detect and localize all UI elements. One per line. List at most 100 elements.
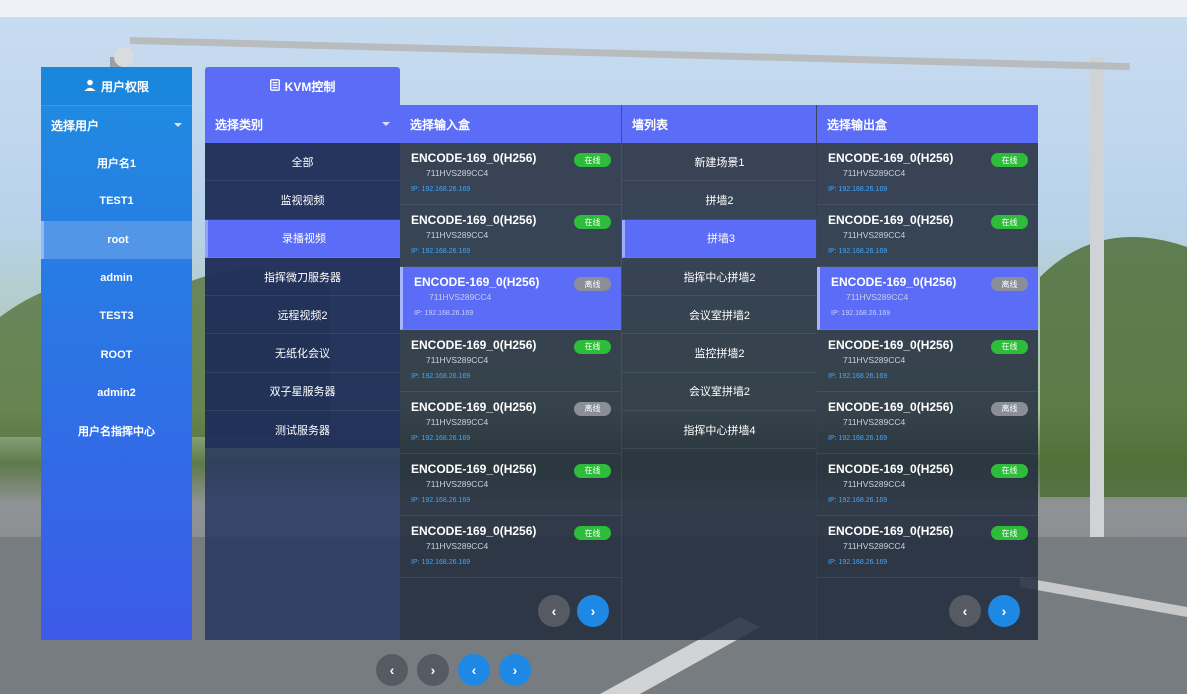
device-item[interactable]: ENCODE-169_0(H256) 711HVS289CC4 IP: 192.16… [817, 392, 1038, 454]
device-item[interactable]: ENCODE-169_0(H256) 711HVS289CC4 IP: 192.16… [817, 454, 1038, 517]
device-ip: IP: 192.168.26.169 [411, 186, 471, 193]
input-prev-button[interactable]: ‹ [538, 595, 570, 627]
wall-item[interactable]: 会议室拼墙2 [622, 296, 817, 335]
wall-item[interactable]: 拼墙3 [622, 219, 817, 258]
wall-item[interactable]: 监控拼墙2 [622, 334, 817, 373]
wall-list-column: 墙列表 新建场景1 拼墙2 拼墙3 指挥中心拼墙2 会议室拼墙2 监控拼墙2 会议室拼墙2 指… [621, 105, 817, 640]
status-badge: 在线 [574, 153, 611, 167]
category-item[interactable]: 全部 [205, 143, 400, 182]
user-list-item[interactable]: TEST3 [41, 297, 192, 335]
user-list-item[interactable]: ROOT [41, 335, 192, 373]
user-permission-title: 用户权限 [100, 79, 149, 94]
device-item[interactable]: ENCODE-169_0(H256) 711HVS289CC4 IP: 192.16… [400, 516, 621, 579]
category-item[interactable]: 监视视频 [205, 181, 400, 220]
device-code: 711HVS289CC4 [429, 292, 492, 303]
device-item[interactable]: ENCODE-169_0(H256) 711HVS289CC4 IP: 192.16… [400, 267, 621, 330]
category-panel: 选择类别 全部 监视视频 录播视频 指挥微刀服务器 远程视频2 无纸化会议 双子星服务器 测试… [205, 105, 400, 640]
input-next-button[interactable]: › [577, 595, 609, 627]
status-badge: 在线 [574, 215, 611, 230]
device-item[interactable]: ENCODE-169_0(H256) 711HVS289CC4 IP: 192.16… [817, 143, 1038, 206]
device-name: ENCODE-169_0(H256) [411, 213, 537, 228]
status-badge: 在线 [991, 215, 1028, 230]
device-code: 711HVS289CC4 [426, 168, 489, 178]
tab-kvm-control[interactable]: KVM控制 [205, 67, 400, 105]
wall-list-header: 墙列表 [622, 105, 817, 143]
category-item[interactable]: 测试服务器 [205, 411, 400, 450]
user-list-item[interactable]: 用户名指挥中心 [41, 412, 192, 450]
category-item[interactable]: 指挥微刀服务器 [205, 257, 400, 297]
user-list-item[interactable]: admin [41, 259, 192, 297]
select-user-dropdown[interactable]: 选择用户 [41, 105, 192, 144]
device-item[interactable]: ENCODE-169_0(H256) 711HVS289CC4 IP: 192.16… [400, 392, 621, 454]
device-name: ENCODE-169_0(H256) [411, 337, 537, 352]
kvm-icon [269, 78, 280, 94]
device-ip: IP: 192.168.26.169 [411, 496, 471, 504]
device-code: 711HVS289CC4 [426, 230, 489, 241]
user-list-item[interactable]: 用户名1 [41, 144, 192, 182]
device-name: ENCODE-169_0(H256) [828, 337, 954, 352]
status-badge: 在线 [574, 339, 611, 354]
status-badge: 离线 [991, 401, 1028, 416]
category-item[interactable]: 无纸化会议 [205, 334, 400, 373]
category-item[interactable]: 远程视频2 [205, 296, 400, 335]
status-badge: 在线 [991, 463, 1028, 478]
top-bar [0, 0, 1187, 17]
category-item[interactable]: 双子星服务器 [205, 372, 400, 412]
select-category-dropdown[interactable]: 选择类别 [205, 105, 400, 143]
wall-item[interactable]: 新建场景1 [622, 143, 817, 182]
output-pager: ‹ › [949, 595, 1020, 627]
device-item[interactable]: ENCODE-169_0(H256) 711HVS289CC4 IP: 192.16… [817, 205, 1038, 268]
device-code: 711HVS289CC4 [426, 478, 489, 489]
device-ip: IP: 192.168.26.169 [828, 248, 888, 256]
device-item[interactable]: ENCODE-169_0(H256) 711HVS289CC4 IP: 192.16… [400, 205, 621, 268]
input-box-column: 选择输入盒 ENCODE-169_0(H256) 711HVS289CC4 IP: … [400, 105, 621, 640]
device-ip: IP: 192.168.26.169 [411, 434, 471, 442]
device-ip: IP: 192.168.26.169 [411, 559, 471, 567]
device-item[interactable]: ENCODE-169_0(H256) 711HVS289CC4 IP: 192.16… [817, 267, 1038, 330]
bottom-prev-blue-button[interactable]: ‹ [458, 654, 490, 686]
device-ip: IP: 192.168.26.169 [828, 496, 888, 504]
bottom-next-button[interactable]: › [417, 654, 449, 686]
output-next-button[interactable]: › [988, 595, 1020, 627]
output-prev-button[interactable]: ‹ [949, 595, 981, 627]
status-badge: 在线 [991, 526, 1028, 541]
category-list: 全部 监视视频 录播视频 指挥微刀服务器 远程视频2 无纸化会议 双子星服务器 测试服务器 [205, 143, 400, 450]
device-ip: IP: 192.168.26.169 [831, 310, 891, 318]
device-code: 711HVS289CC4 [843, 416, 906, 427]
device-item[interactable]: ENCODE-169_0(H256) 711HVS289CC4 IP: 192.16… [400, 143, 621, 206]
device-name: ENCODE-169_0(H256) [828, 524, 954, 539]
output-box-header: 选择输出盒 [817, 105, 1038, 143]
bottom-next-blue-button[interactable]: › [499, 654, 531, 686]
device-ip: IP: 192.168.26.169 [828, 434, 888, 442]
status-badge: 离线 [574, 401, 611, 416]
user-list-item[interactable]: admin2 [41, 374, 192, 412]
device-code: 711HVS289CC4 [846, 292, 909, 303]
device-ip: IP: 192.168.26.169 [411, 372, 471, 380]
device-name: ENCODE-169_0(H256) [411, 151, 537, 165]
device-name: ENCODE-169_0(H256) [828, 151, 954, 165]
status-badge: 离线 [574, 277, 611, 292]
user-list-item[interactable]: TEST1 [41, 182, 192, 220]
input-pager: ‹ › [538, 595, 609, 627]
device-ip: IP: 192.168.26.169 [411, 248, 471, 256]
user-list-item[interactable]: root [41, 220, 192, 259]
device-code: 711HVS289CC4 [426, 541, 489, 552]
device-item[interactable]: ENCODE-169_0(H256) 711HVS289CC4 IP: 192.16… [400, 454, 621, 517]
status-badge: 在线 [574, 463, 611, 478]
user-permission-panel: 用户权限 选择用户 用户名1 TEST1 root admin TEST3 ROOT adm… [41, 67, 192, 640]
wall-item[interactable]: 指挥中心拼墙4 [622, 411, 817, 450]
wall-item[interactable]: 会议室拼墙2 [622, 373, 817, 412]
wall-item[interactable]: 拼墙2 [622, 181, 817, 220]
status-badge: 在线 [991, 339, 1028, 354]
chevron-down-icon [382, 122, 390, 126]
wall-item[interactable]: 指挥中心拼墙2 [622, 258, 817, 297]
bottom-prev-button[interactable]: ‹ [376, 654, 408, 686]
select-category-label: 选择类别 [215, 117, 264, 132]
device-item[interactable]: ENCODE-169_0(H256) 711HVS289CC4 IP: 192.16… [400, 330, 621, 392]
category-item[interactable]: 录播视频 [205, 219, 400, 258]
device-ip: IP: 192.168.26.169 [828, 186, 888, 193]
device-item[interactable]: ENCODE-169_0(H256) 711HVS289CC4 IP: 192.16… [817, 516, 1038, 579]
device-item[interactable]: ENCODE-169_0(H256) 711HVS289CC4 IP: 192.16… [817, 330, 1038, 392]
device-code: 711HVS289CC4 [426, 416, 489, 427]
device-code: 711HVS289CC4 [426, 354, 489, 365]
